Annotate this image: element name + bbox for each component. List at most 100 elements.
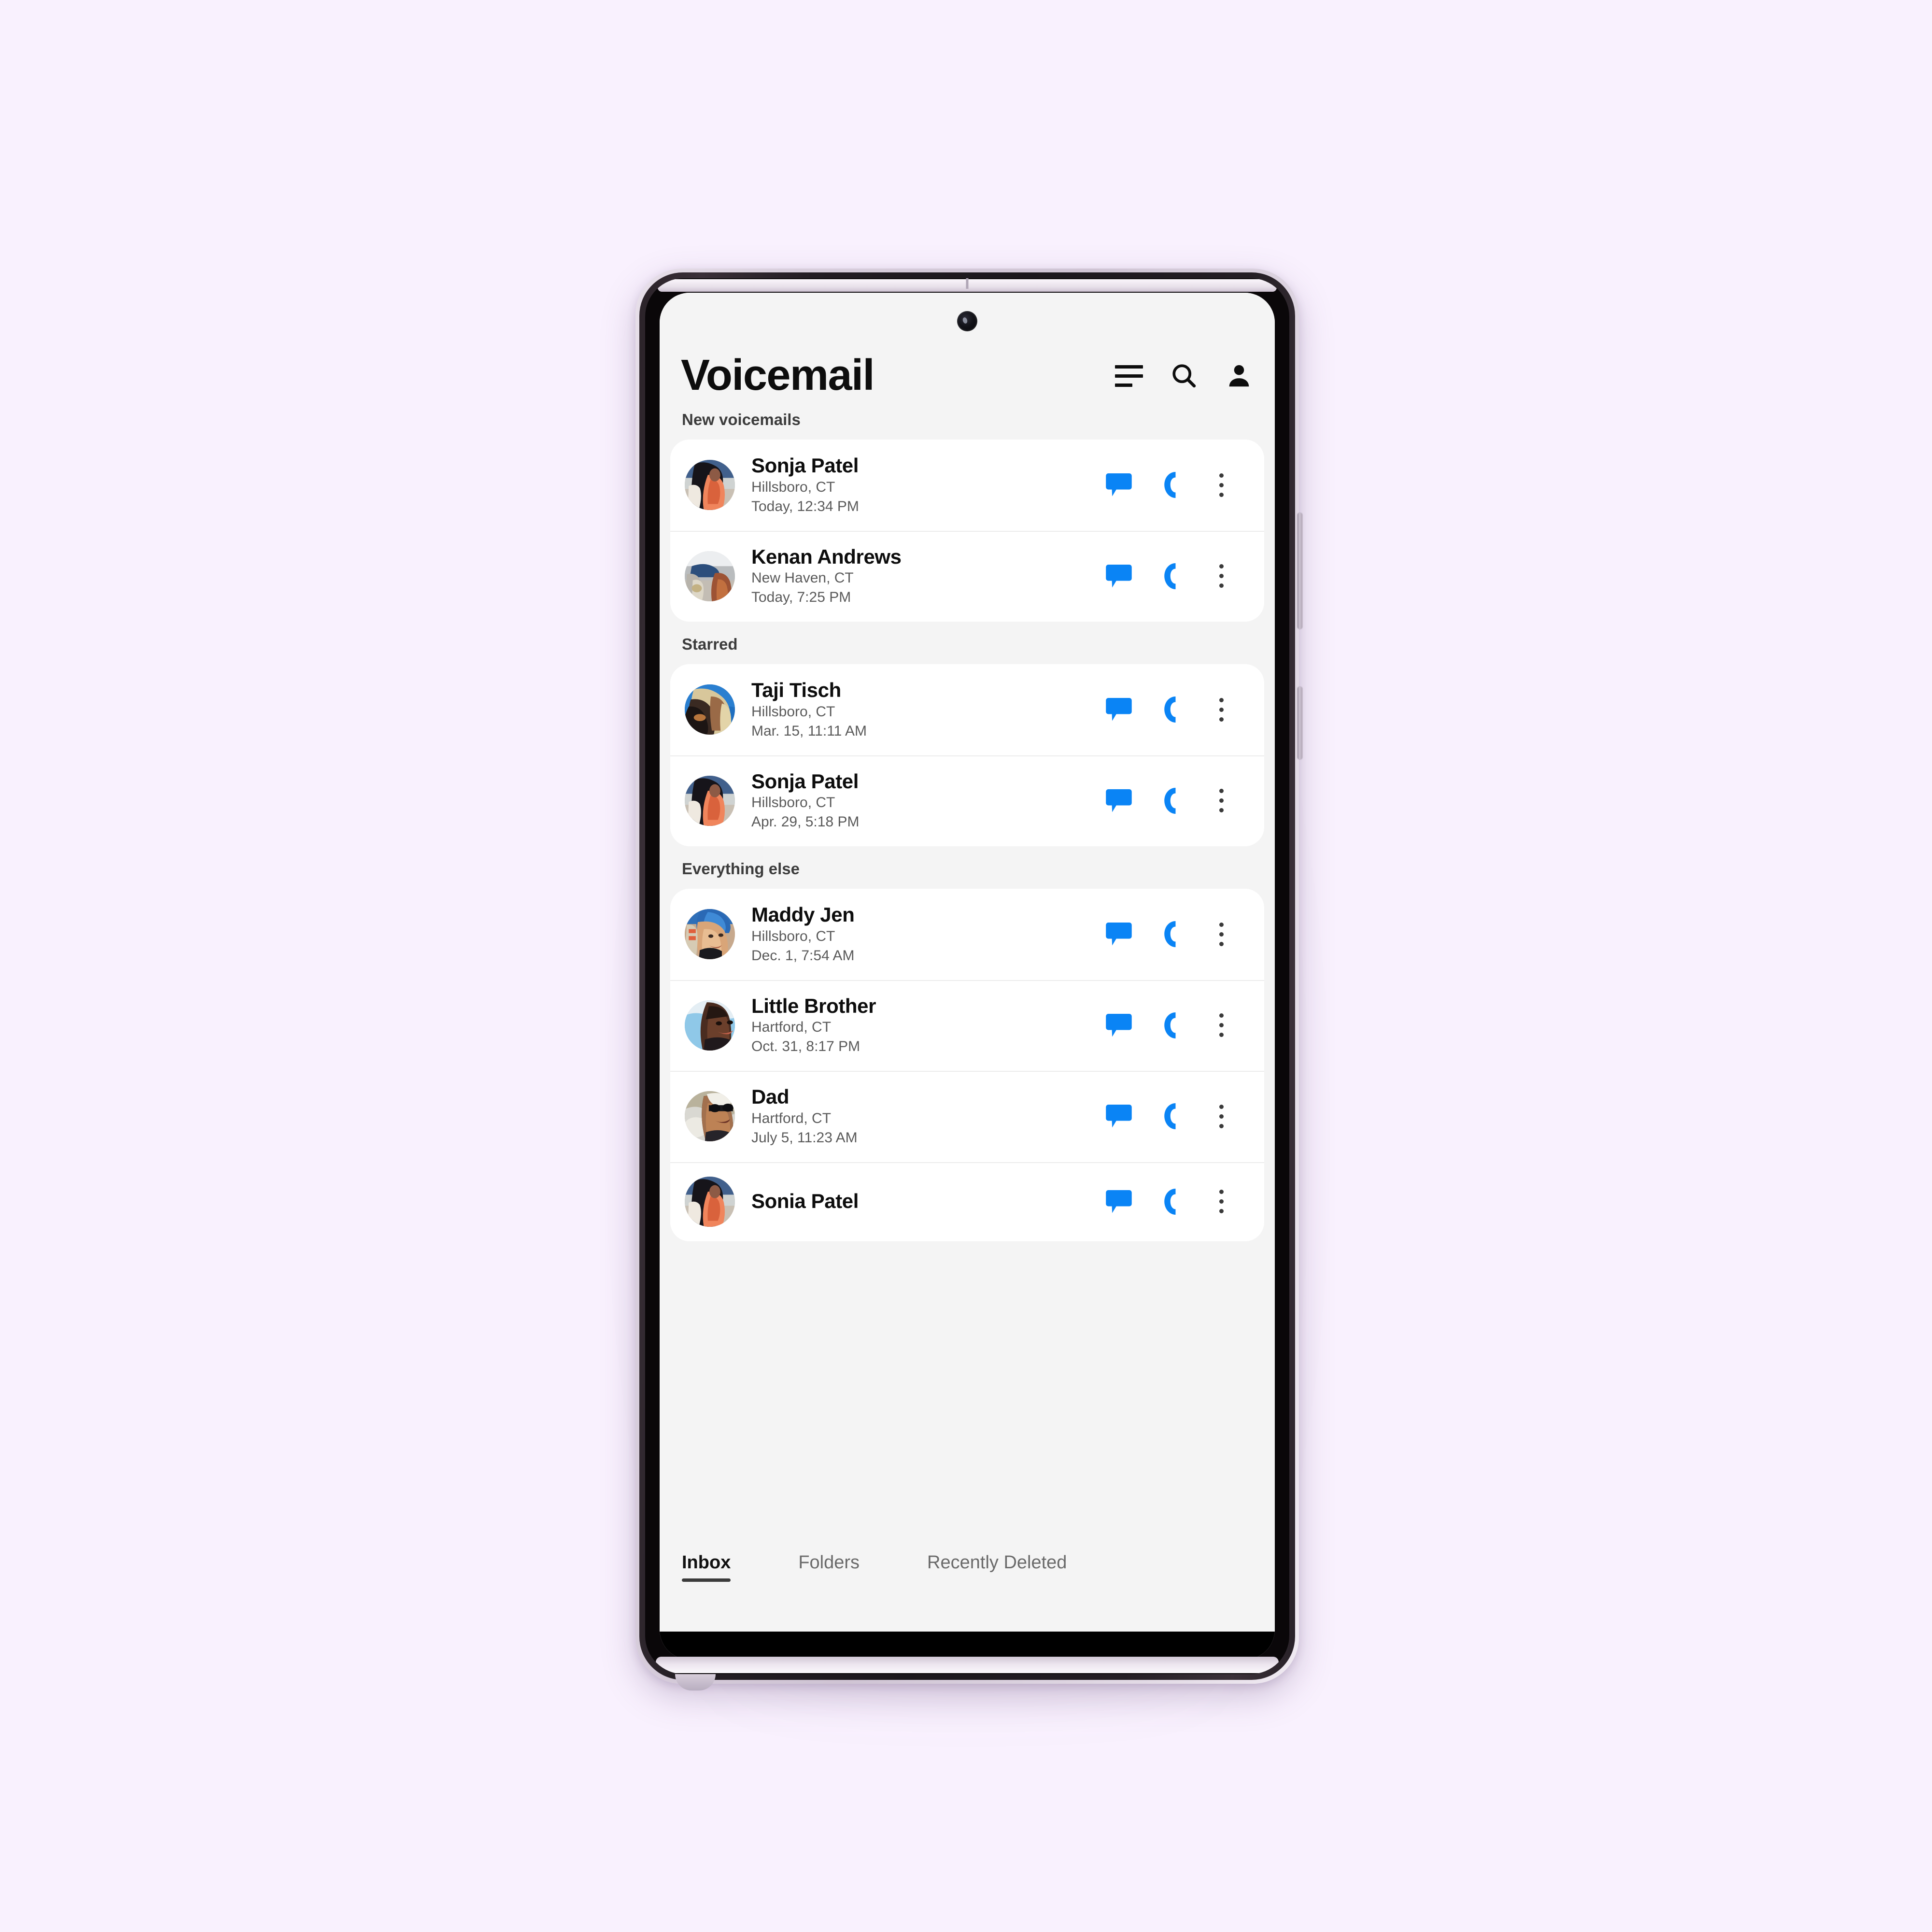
row-actions bbox=[1093, 912, 1247, 956]
voicemail-time: Mar. 15, 11:11 AM bbox=[751, 723, 867, 739]
message-bubble-icon[interactable] bbox=[1093, 1004, 1144, 1047]
frame-top-seam bbox=[966, 278, 969, 289]
message-bubble-icon[interactable] bbox=[1093, 1094, 1144, 1138]
tab-recently-deleted[interactable]: Recently Deleted bbox=[927, 1552, 1067, 1582]
row-meta: Kenan Andrews New Haven, CT Today, 7:25 … bbox=[735, 545, 1093, 608]
voicemail-time: Apr. 29, 5:18 PM bbox=[751, 814, 860, 830]
header-actions bbox=[1114, 354, 1254, 390]
contact-location: Hartford, CT bbox=[751, 1110, 832, 1126]
table-row[interactable]: Taji Tisch Hillsboro, CT Mar. 15, 11:11 … bbox=[670, 664, 1264, 755]
contact-location: Hartford, CT bbox=[751, 1019, 832, 1036]
power-button[interactable] bbox=[1297, 687, 1302, 759]
voicemail-time: Today, 12:34 PM bbox=[751, 498, 859, 514]
row-meta: Sonja Patel Hillsboro, CT Apr. 29, 5:18 … bbox=[735, 770, 1093, 832]
row-meta: Taji Tisch Hillsboro, CT Mar. 15, 11:11 … bbox=[735, 679, 1093, 741]
voicemail-list[interactable]: New voicemails Sonja Patel Hillsboro, CT… bbox=[660, 397, 1275, 1532]
table-row[interactable]: Sonja Patel Hillsboro, CT Today, 12:34 P… bbox=[670, 440, 1264, 531]
phone-device: Voicemail New voicemails Sonja Patel Hil… bbox=[635, 269, 1302, 1690]
row-meta: Sonja Patel Hillsboro, CT Today, 12:34 P… bbox=[735, 454, 1093, 516]
row-actions bbox=[1093, 779, 1247, 823]
table-row[interactable]: Sonia Patel bbox=[670, 1162, 1264, 1241]
sort-icon[interactable] bbox=[1114, 361, 1143, 390]
avatar bbox=[685, 775, 735, 826]
phone-handset-icon[interactable] bbox=[1144, 688, 1196, 731]
message-bubble-icon[interactable] bbox=[1093, 912, 1144, 956]
contact-location: Hillsboro, CT bbox=[751, 928, 835, 944]
phone-handset-icon[interactable] bbox=[1144, 554, 1196, 598]
avatar bbox=[685, 551, 735, 601]
overflow-menu-icon[interactable] bbox=[1196, 779, 1247, 823]
message-bubble-icon[interactable] bbox=[1093, 554, 1144, 598]
contact-name: Maddy Jen bbox=[751, 903, 855, 926]
phone-handset-icon[interactable] bbox=[1144, 1180, 1196, 1223]
frame-top-highlight bbox=[658, 279, 1277, 292]
phone-bezel: Voicemail New voicemails Sonja Patel Hil… bbox=[645, 278, 1289, 1674]
contact-name: Little Brother bbox=[751, 994, 876, 1017]
tab-folders[interactable]: Folders bbox=[798, 1552, 860, 1582]
search-icon[interactable] bbox=[1170, 361, 1199, 390]
table-row[interactable]: Kenan Andrews New Haven, CT Today, 7:25 … bbox=[670, 530, 1264, 622]
overflow-menu-icon[interactable] bbox=[1196, 1180, 1247, 1223]
row-meta: Sonia Patel bbox=[735, 1190, 1093, 1213]
message-bubble-icon[interactable] bbox=[1093, 463, 1144, 507]
phone-handset-icon[interactable] bbox=[1144, 912, 1196, 956]
row-actions bbox=[1093, 1180, 1247, 1223]
bottom-tab-bar: Inbox Folders Recently Deleted bbox=[660, 1532, 1275, 1632]
section-card-everything-else: Maddy Jen Hillsboro, CT Dec. 1, 7:54 AM bbox=[670, 889, 1264, 1241]
table-row[interactable]: Maddy Jen Hillsboro, CT Dec. 1, 7:54 AM bbox=[670, 889, 1264, 980]
row-meta: Maddy Jen Hillsboro, CT Dec. 1, 7:54 AM bbox=[735, 903, 1093, 966]
section-header-everything-else: Everything else bbox=[660, 846, 1275, 889]
contact-location: Hillsboro, CT bbox=[751, 703, 835, 720]
avatar bbox=[685, 1000, 735, 1051]
avatar bbox=[685, 1091, 735, 1142]
section-header-starred: Starred bbox=[660, 622, 1275, 664]
voicemail-time: Oct. 31, 8:17 PM bbox=[751, 1038, 860, 1055]
overflow-menu-icon[interactable] bbox=[1196, 554, 1247, 598]
system-navigation-strip bbox=[660, 1632, 1275, 1660]
row-actions bbox=[1093, 1004, 1247, 1047]
phone-handset-icon[interactable] bbox=[1144, 1094, 1196, 1138]
contact-name: Taji Tisch bbox=[751, 679, 841, 701]
row-actions bbox=[1093, 688, 1247, 731]
contact-name: Dad bbox=[751, 1085, 790, 1108]
section-card-new: Sonja Patel Hillsboro, CT Today, 12:34 P… bbox=[670, 440, 1264, 622]
overflow-menu-icon[interactable] bbox=[1196, 463, 1247, 507]
contact-name: Kenan Andrews bbox=[751, 545, 902, 568]
camera-glint bbox=[962, 316, 968, 325]
volume-button[interactable] bbox=[1297, 513, 1302, 629]
message-bubble-icon[interactable] bbox=[1093, 779, 1144, 823]
phone-handset-icon[interactable] bbox=[1144, 779, 1196, 823]
contact-location: Hillsboro, CT bbox=[751, 479, 835, 495]
message-bubble-icon[interactable] bbox=[1093, 1180, 1144, 1223]
row-actions bbox=[1093, 554, 1247, 598]
overflow-menu-icon[interactable] bbox=[1196, 1004, 1247, 1047]
contact-location: New Haven, CT bbox=[751, 570, 854, 586]
contact-name: Sonja Patel bbox=[751, 454, 859, 477]
row-meta: Little Brother Hartford, CT Oct. 31, 8:1… bbox=[735, 994, 1093, 1057]
page-title: Voicemail bbox=[681, 351, 875, 399]
phone-handset-icon[interactable] bbox=[1144, 1004, 1196, 1047]
contact-name: Sonja Patel bbox=[751, 769, 859, 793]
sort-icon-line-3 bbox=[1115, 383, 1132, 387]
table-row[interactable]: Sonja Patel Hillsboro, CT Apr. 29, 5:18 … bbox=[670, 755, 1264, 846]
table-row[interactable]: Dad Hartford, CT July 5, 11:23 AM bbox=[670, 1071, 1264, 1162]
row-actions bbox=[1093, 1094, 1247, 1138]
person-icon[interactable] bbox=[1225, 361, 1254, 390]
table-row[interactable]: Little Brother Hartford, CT Oct. 31, 8:1… bbox=[670, 980, 1264, 1071]
overflow-menu-icon[interactable] bbox=[1196, 1094, 1247, 1138]
row-actions bbox=[1093, 463, 1247, 507]
avatar bbox=[685, 684, 735, 735]
phone-handset-icon[interactable] bbox=[1144, 463, 1196, 507]
contact-location: Hillsboro, CT bbox=[751, 795, 835, 811]
tab-inbox[interactable]: Inbox bbox=[682, 1552, 731, 1582]
overflow-menu-icon[interactable] bbox=[1196, 688, 1247, 731]
voicemail-time: July 5, 11:23 AM bbox=[751, 1129, 858, 1146]
avatar bbox=[685, 460, 735, 511]
phone-screen: Voicemail New voicemails Sonja Patel Hil… bbox=[660, 293, 1275, 1660]
message-bubble-icon[interactable] bbox=[1093, 688, 1144, 731]
overflow-menu-icon[interactable] bbox=[1196, 912, 1247, 956]
contact-name: Sonia Patel bbox=[751, 1190, 859, 1213]
avatar bbox=[685, 1176, 735, 1227]
voicemail-time: Today, 7:25 PM bbox=[751, 589, 851, 606]
sort-icon-line-2 bbox=[1115, 374, 1143, 378]
